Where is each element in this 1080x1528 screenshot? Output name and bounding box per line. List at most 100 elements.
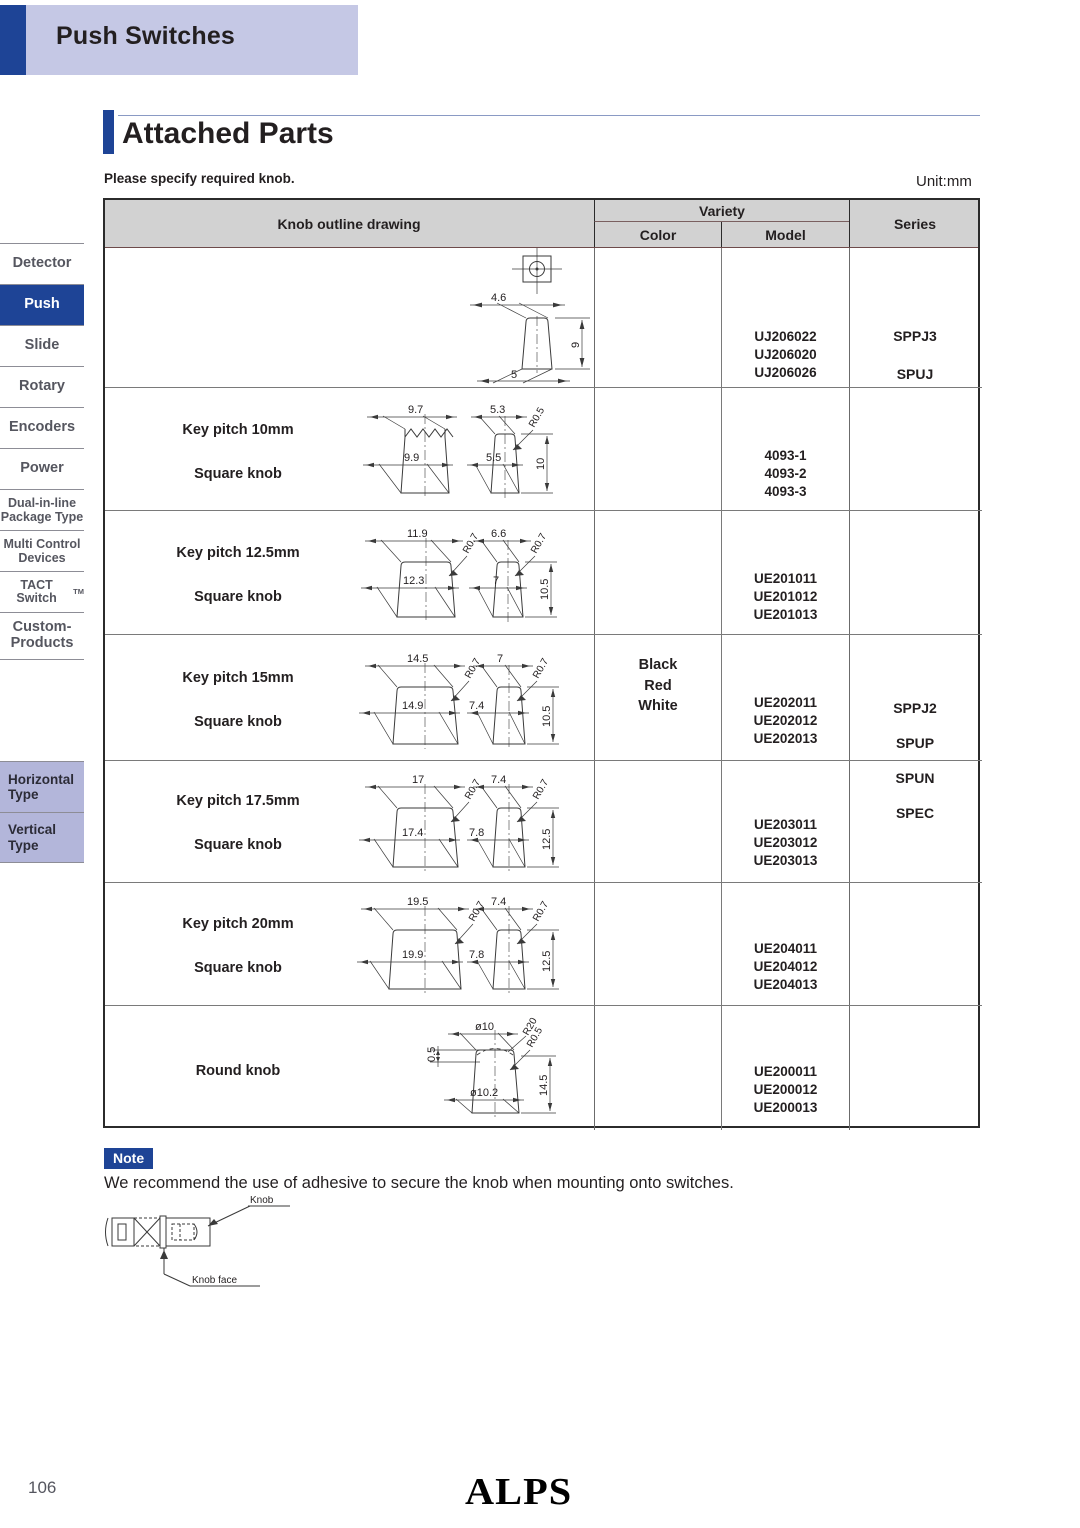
dim-height: 9 (570, 342, 582, 348)
dim-height: 12.5 (541, 951, 553, 972)
series-value: SPUN (895, 770, 935, 786)
dim-side-top: 6.6 (491, 528, 506, 540)
model-cell-row-5: UE203011 UE203012 UE203013 (722, 816, 849, 870)
dim-side-bottom: 5.5 (486, 452, 501, 464)
dim-front-bottom: 17.4 (402, 827, 423, 839)
knob-specification-table: Knob outline drawing Variety Color Model… (103, 198, 982, 1130)
model-value: 4093-3 (764, 483, 807, 499)
dim-side-bottom: 7 (493, 575, 499, 587)
page-number: 106 (28, 1478, 57, 1497)
sidebar-item-encoders[interactable]: Encoders (0, 407, 84, 448)
row-label-row-2: Key pitch 10mm Square knob (123, 422, 353, 482)
model-value: UE202012 (753, 712, 818, 728)
dim-side-top: 7.4 (491, 774, 506, 786)
trademark-mark: TM (73, 587, 84, 597)
model-cell-row-1: UJ206022 UJ206020 UJ206026 (722, 328, 849, 382)
color-value: Red (644, 677, 672, 694)
dim-side-bottom: 7.8 (469, 949, 484, 961)
row-label-row-5: Key pitch 17.5mm Square knob (123, 793, 353, 853)
row-divider-6 (105, 1005, 982, 1006)
sidebar-item-dual-in-line-package-type[interactable]: Dual-in-line Package Type (0, 489, 84, 530)
column-header-knob-drawing: Knob outline drawing (277, 215, 421, 232)
dim-front-bottom: 19.9 (402, 949, 423, 961)
column-header-variety: Variety (594, 200, 849, 222)
row-label-line1: Key pitch 10mm (182, 422, 294, 438)
row-label-line2: Square knob (194, 837, 282, 853)
table-header: Knob outline drawing Variety Color Model… (105, 200, 978, 248)
dim-height: 10.5 (541, 706, 553, 727)
dim-top-width: 4.6 (491, 292, 506, 304)
model-value: UE200011 (753, 1064, 818, 1079)
column-header-series: Series (849, 200, 980, 247)
row-divider-5 (105, 882, 982, 883)
dim-front-radius: R0.7 (463, 656, 483, 680)
alps-logo: ALPS (465, 1471, 573, 1513)
model-cell-row-4: UE202011 UE202012 UE202013 (722, 694, 849, 748)
row-label-line2: Square knob (194, 960, 282, 976)
series-value: SPPJ2 (893, 700, 937, 716)
dim-side-top: 7.4 (491, 896, 506, 908)
row-label-row-3: Key pitch 12.5mm Square knob (123, 545, 353, 605)
knob-drawing-row-7: ø10 0.5 R20 R0.5 ø10.2 14.5 (380, 1012, 595, 1125)
color-cell: Black Red White (595, 655, 721, 717)
dim-height: 10 (535, 458, 547, 470)
banner-title: Push Switches (56, 22, 236, 50)
model-value: UE203012 (753, 834, 818, 850)
dim-front-bottom: 14.9 (402, 700, 423, 712)
row-divider-2 (105, 510, 982, 511)
knob-drawing-row-4: 14.5 14.9 R0.7 7 7.4 R0.7 10.5 (345, 643, 590, 758)
sidebar-item-detector[interactable]: Detector (0, 243, 84, 284)
row-label-line1: Key pitch 15mm (182, 670, 294, 686)
sidebar-item-rotary[interactable]: Rotary (0, 366, 84, 407)
row-label-row-4: Key pitch 15mm Square knob (123, 670, 353, 730)
knob-drawing-row-5: 17 17.4 R0.7 7.4 7.8 R0.7 12.5 (345, 766, 590, 881)
series-value: SPEC (895, 805, 935, 821)
dim-front-top: 11.9 (407, 528, 428, 540)
row-divider-1 (105, 387, 982, 388)
model-value: UJ206022 (754, 329, 817, 344)
dim-height: 10.5 (539, 579, 551, 600)
row-label-line1: Key pitch 17.5mm (176, 793, 300, 809)
model-value: UE200013 (753, 1099, 818, 1115)
dim-side-radius: R0.7 (531, 777, 551, 801)
dim-side-radius: R0.7 (531, 899, 551, 923)
dim-bottom-width: 5 (511, 369, 517, 381)
sidebar-item-vertical-type[interactable]: Vertical Type (0, 812, 84, 863)
dim-front-bottom: 12.3 (403, 575, 424, 587)
row-label-line2: Square knob (194, 589, 282, 605)
row-label-line1: Key pitch 12.5mm (176, 545, 300, 561)
series-value: SPPJ3 (893, 328, 937, 344)
callout-knob-face-label: Knob face (192, 1275, 237, 1286)
model-cell-row-3: UE201011 UE201012 UE201013 (722, 570, 849, 624)
unit-label: Unit:mm (916, 173, 972, 190)
callout-knob-label: Knob (250, 1196, 274, 1206)
sidebar-item-push[interactable]: Push (0, 284, 84, 325)
dim-side-bottom: 7.8 (469, 827, 484, 839)
sidebar-item-multi-control-devices[interactable]: Multi Control Devices (0, 530, 84, 571)
series-value: SPUP (895, 735, 935, 751)
sidebar-item-power[interactable]: Power (0, 448, 84, 489)
model-value: UE202013 (753, 730, 818, 746)
dim-front-top: 17 (412, 774, 424, 786)
dim-front-radius: R0.7 (467, 899, 487, 923)
datasheet-page: Push Switches Detector Push Slide Rotary… (0, 0, 1080, 1528)
sidebar-item-slide[interactable]: Slide (0, 325, 84, 366)
section-rule (118, 115, 980, 116)
sidebar-item-horizontal-type[interactable]: Horizontal Type (0, 761, 84, 812)
dim-front-top: 9.7 (408, 404, 423, 416)
sidebar-item-custom-products[interactable]: Custom- Products (0, 612, 84, 660)
model-value: UJ206020 (754, 346, 817, 362)
dim-side-top: 5.3 (490, 404, 505, 416)
model-value: UE204011 (753, 941, 818, 956)
series-cell-row-1: SPPJ3 SPUJ (850, 328, 980, 382)
sidebar-item-tact-switch[interactable]: TACT Switch TM (0, 571, 84, 612)
color-value: Black (638, 657, 678, 673)
dim-side-bottom: 7.4 (469, 700, 484, 712)
row-label-row-7: Round knob (123, 1063, 353, 1079)
model-value: UE203011 (753, 817, 818, 832)
row-label-row-6: Key pitch 20mm Square knob (123, 916, 353, 976)
dim-side-radius: R0.7 (529, 531, 549, 555)
model-value: UE204013 (753, 976, 818, 992)
dim-height: 12.5 (541, 829, 553, 850)
series-value: SPUJ (896, 366, 934, 382)
